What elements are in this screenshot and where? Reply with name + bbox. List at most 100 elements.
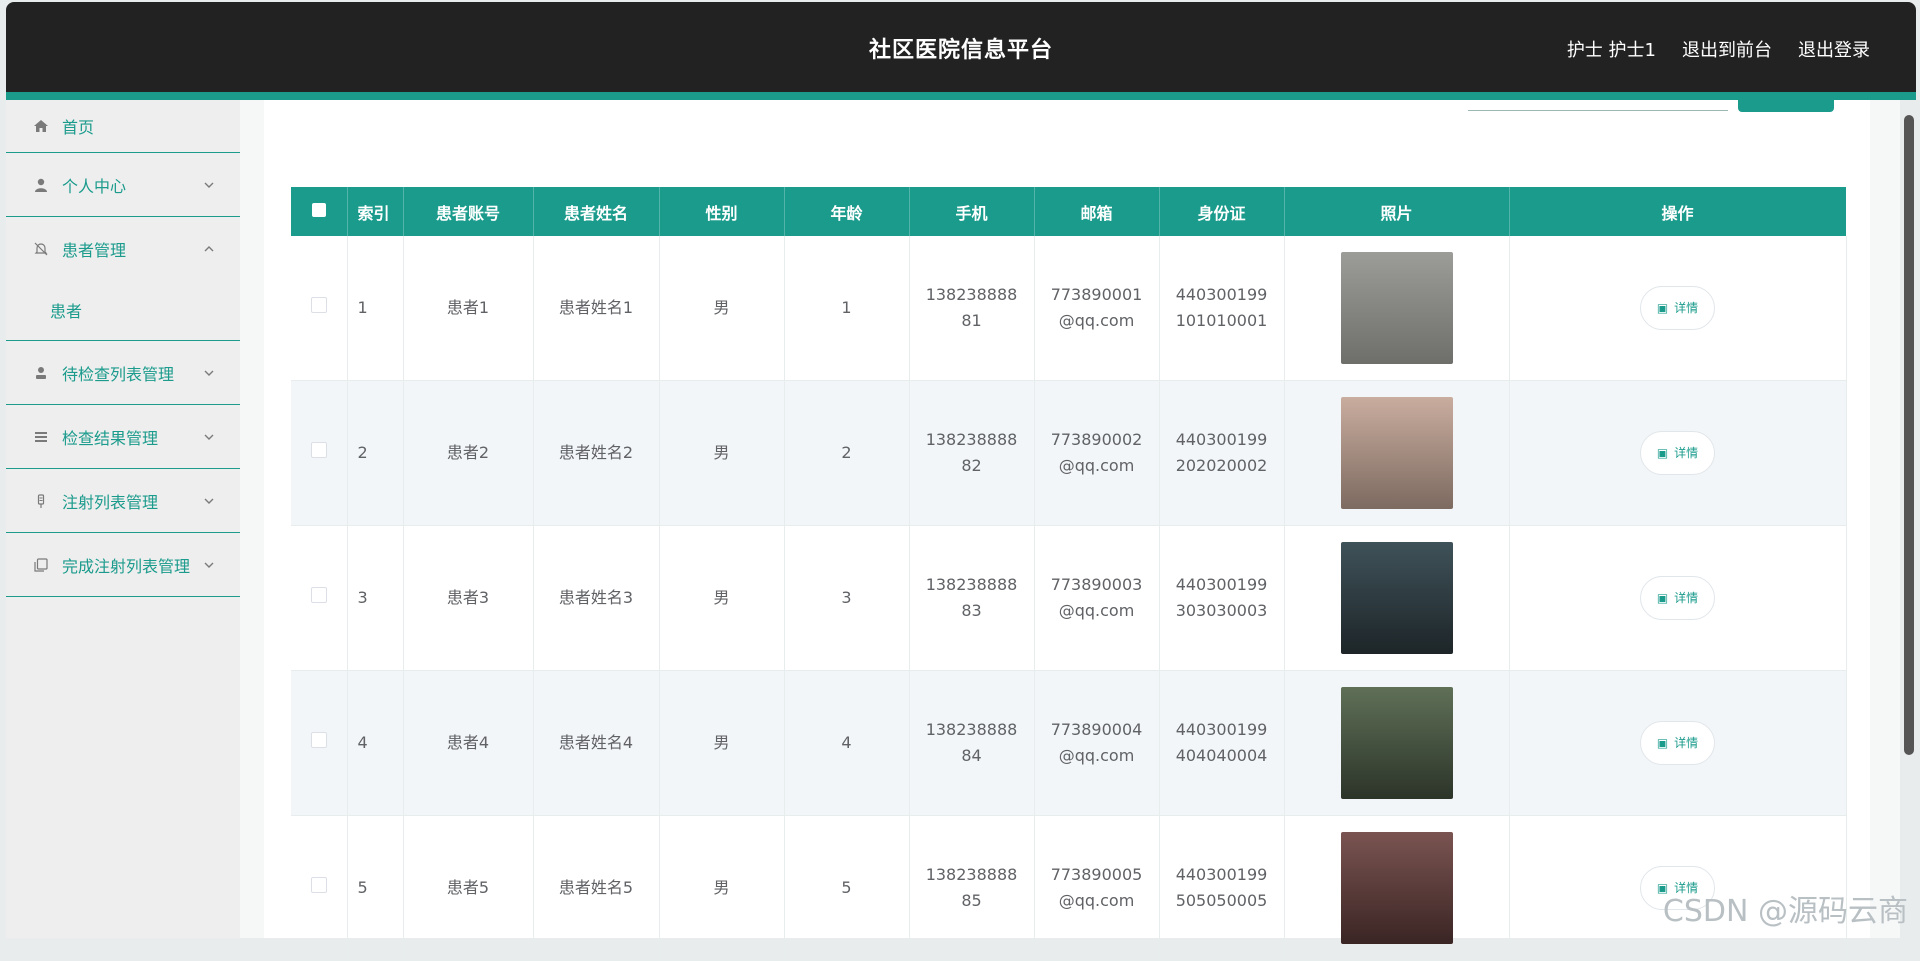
cell-gender: 男 (659, 815, 785, 961)
cell-email: 773890004@qq.com (1034, 670, 1160, 816)
sidebar-item-completed-injections[interactable]: 完成注射列表管理 (6, 533, 240, 597)
cell-index: 2 (347, 380, 404, 526)
copy-icon (32, 556, 50, 574)
sidebar-item-label: 检查结果管理 (62, 428, 159, 448)
sidebar-item-injection-list[interactable]: 注射列表管理 (6, 469, 240, 533)
cell-phone: 13823888882 (909, 380, 1035, 526)
col-name: 患者姓名 (533, 187, 660, 236)
bell-off-icon (32, 240, 50, 258)
col-account: 患者账号 (403, 187, 534, 236)
row-checkbox[interactable] (310, 587, 327, 603)
cell-age: 5 (784, 815, 910, 961)
document-icon: ▣ (1656, 736, 1669, 750)
search-button[interactable] (1738, 100, 1834, 112)
top-header: 社区医院信息平台 护士 护士1 退出到前台 退出登录 (6, 2, 1916, 92)
user-icon (32, 176, 50, 194)
row-checkbox[interactable] (310, 732, 327, 748)
chevron-down-icon (204, 562, 214, 568)
row-checkbox[interactable] (310, 297, 327, 313)
table-row: 2 患者2 患者姓名2 男 2 13823888882 773890002@qq… (291, 380, 1847, 526)
sidebar-item-pending-check[interactable]: 待检查列表管理 (6, 341, 240, 405)
sidebar-item-profile[interactable]: 个人中心 (6, 153, 240, 217)
cell-idcard: 440300199303030003 (1159, 525, 1285, 671)
col-age: 年龄 (784, 187, 910, 236)
table-row: 4 患者4 患者姓名4 男 4 13823888884 773890004@qq… (291, 670, 1847, 816)
cell-age: 2 (784, 380, 910, 526)
cell-name: 患者姓名4 (533, 670, 660, 816)
sidebar-item-label: 完成注射列表管理 (62, 556, 191, 576)
detail-button[interactable]: ▣ 详情 (1639, 721, 1716, 765)
chevron-down-icon (204, 434, 214, 440)
cell-age: 1 (784, 236, 910, 381)
to-front-link[interactable]: 退出到前台 (1682, 36, 1772, 62)
sidebar-item-label: 待检查列表管理 (62, 364, 175, 384)
patient-table: 索引 患者账号 患者姓名 性别 年龄 手机 邮箱 身份证 照片 操作 1 患者1… (291, 187, 1847, 961)
sidebar-item-label: 患者管理 (62, 240, 127, 260)
patient-photo (1340, 397, 1453, 509)
search-input[interactable] (1468, 110, 1728, 111)
cell-phone: 13823888885 (909, 815, 1035, 961)
cell-email: 773890003@qq.com (1034, 525, 1160, 671)
person-icon (32, 364, 50, 382)
cell-index: 4 (347, 670, 404, 816)
cell-name: 患者姓名3 (533, 525, 660, 671)
col-gender: 性别 (659, 187, 785, 236)
patient-photo (1340, 252, 1453, 364)
cell-gender: 男 (659, 670, 785, 816)
col-email: 邮箱 (1034, 187, 1160, 236)
cell-idcard: 440300199404040004 (1159, 670, 1285, 816)
cell-account: 患者3 (403, 525, 534, 671)
table-row: 5 患者5 患者姓名5 男 5 13823888885 773890005@qq… (291, 815, 1847, 961)
logout-link[interactable]: 退出登录 (1798, 36, 1870, 62)
sidebar: 首页 个人中心 患者管理 患者 待检查列表管理 检查结果管理 注射列表管理 完成… (6, 100, 240, 938)
sidebar-item-check-results[interactable]: 检查结果管理 (6, 405, 240, 469)
cell-phone: 13823888884 (909, 670, 1035, 816)
cell-email: 773890005@qq.com (1034, 815, 1160, 961)
patient-photo (1340, 542, 1453, 654)
user-label[interactable]: 护士 护士1 (1567, 36, 1656, 62)
patient-photo (1340, 687, 1453, 799)
cell-index: 1 (347, 236, 404, 381)
sidebar-item-label: 注射列表管理 (62, 492, 159, 512)
select-all-header[interactable] (291, 187, 348, 236)
cell-index: 5 (347, 815, 404, 961)
sidebar-item-home[interactable]: 首页 (6, 100, 240, 153)
sidebar-item-label: 首页 (62, 118, 95, 137)
row-checkbox[interactable] (310, 877, 327, 893)
sidebar-item-patient-mgmt[interactable]: 患者管理 (6, 217, 240, 280)
col-idcard: 身份证 (1159, 187, 1285, 236)
cell-index: 3 (347, 525, 404, 671)
detail-button[interactable]: ▣ 详情 (1639, 431, 1716, 475)
detail-button[interactable]: ▣ 详情 (1639, 286, 1716, 330)
cell-age: 4 (784, 670, 910, 816)
cell-account: 患者2 (403, 380, 534, 526)
detail-button[interactable]: ▣ 详情 (1639, 576, 1716, 620)
select-all-checkbox[interactable] (311, 203, 326, 217)
patient-photo (1340, 832, 1453, 944)
sidebar-item-label: 个人中心 (62, 176, 127, 196)
table-row: 3 患者3 患者姓名3 男 3 13823888883 773890003@qq… (291, 525, 1847, 671)
cell-account: 患者4 (403, 670, 534, 816)
cell-idcard: 440300199505050005 (1159, 815, 1285, 961)
cell-email: 773890002@qq.com (1034, 380, 1160, 526)
cell-name: 患者姓名5 (533, 815, 660, 961)
table-row: 1 患者1 患者姓名1 男 1 13823888881 773890001@qq… (291, 236, 1847, 381)
col-actions: 操作 (1509, 187, 1847, 236)
cell-gender: 男 (659, 525, 785, 671)
vertical-scrollbar[interactable] (1904, 115, 1914, 755)
row-checkbox[interactable] (310, 442, 327, 458)
header-nav: 护士 护士1 退出到前台 退出登录 (1567, 36, 1870, 62)
header-accent-bar (6, 92, 1916, 100)
list-icon (32, 428, 50, 446)
cell-idcard: 440300199101010001 (1159, 236, 1285, 381)
document-icon: ▣ (1656, 301, 1669, 315)
col-phone: 手机 (909, 187, 1035, 236)
chevron-down-icon (204, 498, 214, 504)
cell-email: 773890001@qq.com (1034, 236, 1160, 381)
chevron-down-icon (204, 370, 214, 376)
cell-gender: 男 (659, 236, 785, 381)
cell-gender: 男 (659, 380, 785, 526)
document-icon: ▣ (1656, 591, 1669, 605)
chevron-down-icon (204, 182, 214, 188)
sidebar-subitem-patient[interactable]: 患者 (6, 280, 240, 341)
